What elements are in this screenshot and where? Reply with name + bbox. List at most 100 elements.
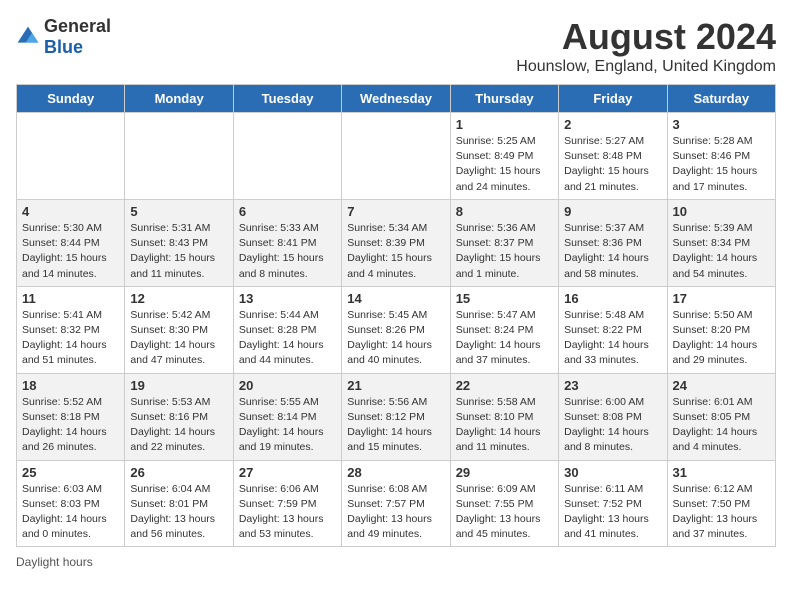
day-info: Sunrise: 5:55 AM Sunset: 8:14 PM Dayligh… bbox=[239, 395, 336, 456]
day-cell: 14 Sunrise: 5:45 AM Sunset: 8:26 PM Dayli… bbox=[342, 286, 450, 373]
day-number: 6 bbox=[239, 204, 336, 219]
subtitle: Hounslow, England, United Kingdom bbox=[516, 58, 776, 76]
week-row-3: 11 Sunrise: 5:41 AM Sunset: 8:32 PM Dayli… bbox=[17, 286, 776, 373]
column-header-thursday: Thursday bbox=[450, 85, 558, 113]
day-number: 26 bbox=[130, 465, 227, 480]
week-row-2: 4Sunrise: 5:30 AM Sunset: 8:44 PM Daylig… bbox=[17, 199, 776, 286]
day-cell: 26 Sunrise: 6:04 AM Sunset: 8:01 PM Dayli… bbox=[125, 460, 233, 547]
day-info: Sunrise: 6:11 AM Sunset: 7:52 PM Dayligh… bbox=[564, 482, 661, 543]
day-number: 3 bbox=[673, 117, 770, 132]
day-cell: 11 Sunrise: 5:41 AM Sunset: 8:32 PM Dayli… bbox=[17, 286, 125, 373]
day-cell: 10Sunrise: 5:39 AM Sunset: 8:34 PM Dayli… bbox=[667, 199, 775, 286]
day-cell: 31 Sunrise: 6:12 AM Sunset: 7:50 PM Dayli… bbox=[667, 460, 775, 547]
day-number: 25 bbox=[22, 465, 119, 480]
day-cell: 4Sunrise: 5:30 AM Sunset: 8:44 PM Daylig… bbox=[17, 199, 125, 286]
day-cell: 28 Sunrise: 6:08 AM Sunset: 7:57 PM Dayli… bbox=[342, 460, 450, 547]
day-info: Sunrise: 5:44 AM Sunset: 8:28 PM Dayligh… bbox=[239, 308, 336, 369]
day-info: Sunrise: 5:52 AM Sunset: 8:18 PM Dayligh… bbox=[22, 395, 119, 456]
day-cell: 1Sunrise: 5:25 AM Sunset: 8:49 PM Daylig… bbox=[450, 113, 558, 200]
day-info: Sunrise: 5:48 AM Sunset: 8:22 PM Dayligh… bbox=[564, 308, 661, 369]
day-cell bbox=[125, 113, 233, 200]
logo: General Blue bbox=[16, 16, 111, 58]
calendar-table: SundayMondayTuesdayWednesdayThursdayFrid… bbox=[16, 84, 776, 547]
day-info: Sunrise: 6:03 AM Sunset: 8:03 PM Dayligh… bbox=[22, 482, 119, 543]
day-cell: 24 Sunrise: 6:01 AM Sunset: 8:05 PM Dayli… bbox=[667, 373, 775, 460]
day-number: 11 bbox=[22, 291, 119, 306]
day-number: 8 bbox=[456, 204, 553, 219]
logo-text: General Blue bbox=[44, 16, 111, 58]
week-row-1: 1Sunrise: 5:25 AM Sunset: 8:49 PM Daylig… bbox=[17, 113, 776, 200]
day-info: Sunrise: 5:28 AM Sunset: 8:46 PM Dayligh… bbox=[673, 134, 770, 195]
day-cell: 9 Sunrise: 5:37 AM Sunset: 8:36 PM Daylig… bbox=[559, 199, 667, 286]
day-info: Sunrise: 5:41 AM Sunset: 8:32 PM Dayligh… bbox=[22, 308, 119, 369]
day-info: Sunrise: 5:37 AM Sunset: 8:36 PM Dayligh… bbox=[564, 221, 661, 282]
day-cell: 23 Sunrise: 6:00 AM Sunset: 8:08 PM Dayli… bbox=[559, 373, 667, 460]
logo-general: General bbox=[44, 16, 111, 36]
column-header-friday: Friday bbox=[559, 85, 667, 113]
day-info: Sunrise: 5:45 AM Sunset: 8:26 PM Dayligh… bbox=[347, 308, 444, 369]
day-info: Sunrise: 6:00 AM Sunset: 8:08 PM Dayligh… bbox=[564, 395, 661, 456]
day-info: Sunrise: 5:36 AM Sunset: 8:37 PM Dayligh… bbox=[456, 221, 553, 282]
day-info: Sunrise: 5:34 AM Sunset: 8:39 PM Dayligh… bbox=[347, 221, 444, 282]
day-number: 16 bbox=[564, 291, 661, 306]
day-info: Sunrise: 5:30 AM Sunset: 8:44 PM Dayligh… bbox=[22, 221, 119, 282]
day-cell: 6 Sunrise: 5:33 AM Sunset: 8:41 PM Daylig… bbox=[233, 199, 341, 286]
logo-icon bbox=[16, 25, 40, 49]
day-cell bbox=[342, 113, 450, 200]
day-cell: 5Sunrise: 5:31 AM Sunset: 8:43 PM Daylig… bbox=[125, 199, 233, 286]
title-area: August 2024 Hounslow, England, United Ki… bbox=[516, 16, 776, 76]
day-info: Sunrise: 5:47 AM Sunset: 8:24 PM Dayligh… bbox=[456, 308, 553, 369]
header-row: SundayMondayTuesdayWednesdayThursdayFrid… bbox=[17, 85, 776, 113]
day-cell: 29 Sunrise: 6:09 AM Sunset: 7:55 PM Dayli… bbox=[450, 460, 558, 547]
day-cell: 21 Sunrise: 5:56 AM Sunset: 8:12 PM Dayli… bbox=[342, 373, 450, 460]
day-info: Sunrise: 5:31 AM Sunset: 8:43 PM Dayligh… bbox=[130, 221, 227, 282]
day-number: 28 bbox=[347, 465, 444, 480]
day-info: Sunrise: 5:42 AM Sunset: 8:30 PM Dayligh… bbox=[130, 308, 227, 369]
day-cell: 27Sunrise: 6:06 AM Sunset: 7:59 PM Dayli… bbox=[233, 460, 341, 547]
day-cell: 22Sunrise: 5:58 AM Sunset: 8:10 PM Dayli… bbox=[450, 373, 558, 460]
main-title: August 2024 bbox=[516, 16, 776, 58]
day-info: Sunrise: 5:56 AM Sunset: 8:12 PM Dayligh… bbox=[347, 395, 444, 456]
footer-note: Daylight hours bbox=[16, 555, 776, 569]
day-number: 29 bbox=[456, 465, 553, 480]
day-number: 22 bbox=[456, 378, 553, 393]
day-number: 19 bbox=[130, 378, 227, 393]
day-cell bbox=[17, 113, 125, 200]
column-header-monday: Monday bbox=[125, 85, 233, 113]
day-cell: 18 Sunrise: 5:52 AM Sunset: 8:18 PM Dayli… bbox=[17, 373, 125, 460]
day-number: 31 bbox=[673, 465, 770, 480]
day-cell: 20Sunrise: 5:55 AM Sunset: 8:14 PM Dayli… bbox=[233, 373, 341, 460]
column-header-tuesday: Tuesday bbox=[233, 85, 341, 113]
column-header-sunday: Sunday bbox=[17, 85, 125, 113]
day-cell: 8 Sunrise: 5:36 AM Sunset: 8:37 PM Daylig… bbox=[450, 199, 558, 286]
day-cell bbox=[233, 113, 341, 200]
day-number: 18 bbox=[22, 378, 119, 393]
day-number: 10 bbox=[673, 204, 770, 219]
header: General Blue August 2024 Hounslow, Engla… bbox=[16, 16, 776, 76]
day-cell: 16 Sunrise: 5:48 AM Sunset: 8:22 PM Dayli… bbox=[559, 286, 667, 373]
day-info: Sunrise: 6:04 AM Sunset: 8:01 PM Dayligh… bbox=[130, 482, 227, 543]
day-cell: 12Sunrise: 5:42 AM Sunset: 8:30 PM Dayli… bbox=[125, 286, 233, 373]
day-info: Sunrise: 6:09 AM Sunset: 7:55 PM Dayligh… bbox=[456, 482, 553, 543]
day-number: 15 bbox=[456, 291, 553, 306]
day-info: Sunrise: 6:08 AM Sunset: 7:57 PM Dayligh… bbox=[347, 482, 444, 543]
day-number: 9 bbox=[564, 204, 661, 219]
day-cell: 25 Sunrise: 6:03 AM Sunset: 8:03 PM Dayli… bbox=[17, 460, 125, 547]
day-cell: 7Sunrise: 5:34 AM Sunset: 8:39 PM Daylig… bbox=[342, 199, 450, 286]
day-number: 30 bbox=[564, 465, 661, 480]
day-cell: 3 Sunrise: 5:28 AM Sunset: 8:46 PM Daylig… bbox=[667, 113, 775, 200]
day-number: 13 bbox=[239, 291, 336, 306]
day-info: Sunrise: 5:25 AM Sunset: 8:49 PM Dayligh… bbox=[456, 134, 553, 195]
day-number: 14 bbox=[347, 291, 444, 306]
column-header-wednesday: Wednesday bbox=[342, 85, 450, 113]
day-cell: 15 Sunrise: 5:47 AM Sunset: 8:24 PM Dayli… bbox=[450, 286, 558, 373]
day-info: Sunrise: 6:01 AM Sunset: 8:05 PM Dayligh… bbox=[673, 395, 770, 456]
day-cell: 19Sunrise: 5:53 AM Sunset: 8:16 PM Dayli… bbox=[125, 373, 233, 460]
day-number: 2 bbox=[564, 117, 661, 132]
day-info: Sunrise: 6:12 AM Sunset: 7:50 PM Dayligh… bbox=[673, 482, 770, 543]
day-info: Sunrise: 5:33 AM Sunset: 8:41 PM Dayligh… bbox=[239, 221, 336, 282]
day-number: 24 bbox=[673, 378, 770, 393]
day-number: 27 bbox=[239, 465, 336, 480]
day-number: 21 bbox=[347, 378, 444, 393]
day-number: 23 bbox=[564, 378, 661, 393]
